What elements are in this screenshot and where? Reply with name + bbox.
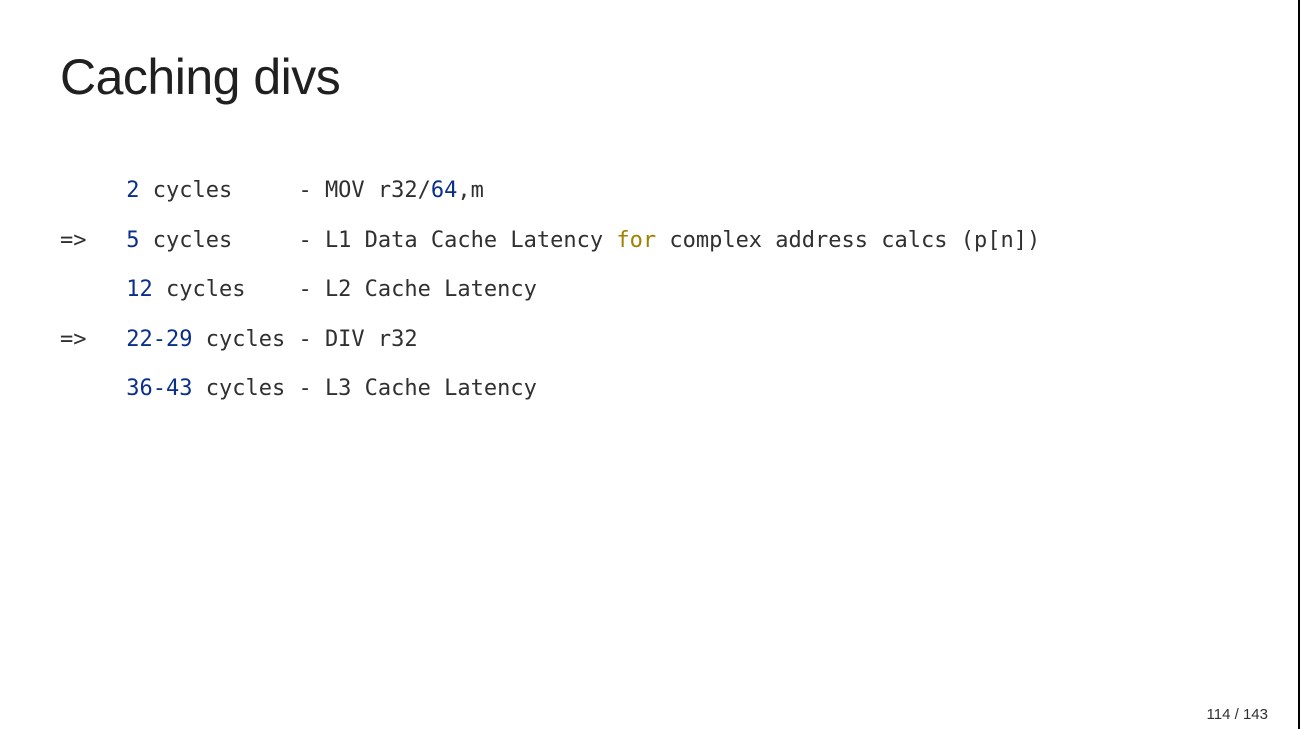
- code-block: 2 cycles - MOV r32/64,m=> 5 cycles - L1 …: [60, 166, 1238, 414]
- slide-title: Caching divs: [60, 48, 1238, 106]
- code-line: 36-43 cycles - L3 Cache Latency: [60, 364, 1238, 414]
- code-line: 12 cycles - L2 Cache Latency: [60, 265, 1238, 315]
- page-number: 114 / 143: [1207, 706, 1268, 723]
- code-line: => 22-29 cycles - DIV r32: [60, 315, 1238, 365]
- inline-number: 64: [431, 178, 458, 203]
- cycles-number: 22-29: [126, 327, 192, 352]
- cycles-number: 36-43: [126, 376, 192, 401]
- keyword: for: [616, 228, 656, 253]
- cycles-number: 12: [126, 277, 153, 302]
- code-line: => 5 cycles - L1 Data Cache Latency for …: [60, 216, 1238, 266]
- cycles-number: 2: [126, 178, 139, 203]
- slide: Caching divs 2 cycles - MOV r32/64,m=> 5…: [0, 0, 1298, 729]
- cycles-number: 5: [126, 228, 139, 253]
- code-line: 2 cycles - MOV r32/64,m: [60, 166, 1238, 216]
